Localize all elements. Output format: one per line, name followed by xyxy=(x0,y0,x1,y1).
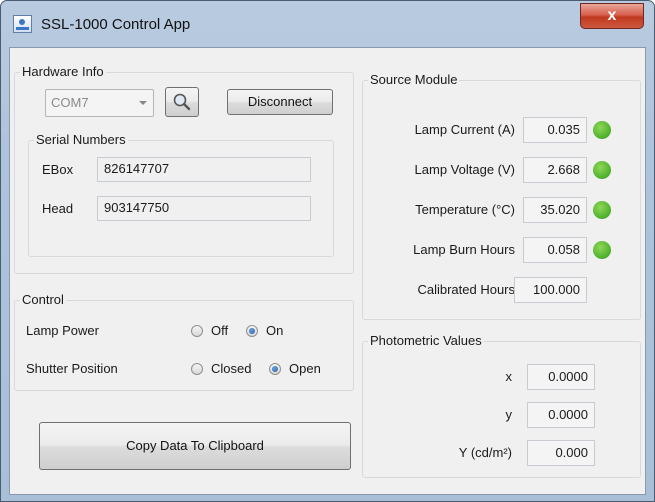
title-bar[interactable]: SSL-1000 Control App x xyxy=(1,1,654,47)
lamp-voltage-status-led xyxy=(593,161,611,179)
lamp-voltage-label: Lamp Voltage (V) xyxy=(414,162,515,177)
hardware-info-label: Hardware Info xyxy=(20,64,106,80)
ebox-label: EBox xyxy=(42,162,74,177)
temperature-value: 35.020 xyxy=(523,197,587,223)
app-window: SSL-1000 Control App x Hardware Info COM… xyxy=(0,0,655,502)
lamp-power-on-label[interactable]: On xyxy=(266,323,283,338)
temperature-label: Temperature (°C) xyxy=(415,202,515,217)
photometric-values-group: Photometric Values x 0.0000 y 0.0000 Y (… xyxy=(362,333,641,478)
y-label: y xyxy=(505,407,513,422)
lamp-burn-hours-label: Lamp Burn Hours xyxy=(413,242,515,257)
hardware-info-group: Hardware Info COM7 Disconnect Serial Num… xyxy=(14,64,354,274)
lamp-burn-hours-value: 0.058 xyxy=(523,237,587,263)
y-value: 0.0000 xyxy=(527,402,595,428)
lamp-power-off-label[interactable]: Off xyxy=(211,323,228,338)
lamp-power-on-radio[interactable] xyxy=(246,325,258,337)
lamp-voltage-value: 2.668 xyxy=(523,157,587,183)
disconnect-button[interactable]: Disconnect xyxy=(227,89,333,115)
ebox-serial-field: 826147707 xyxy=(97,157,311,182)
x-value: 0.0000 xyxy=(527,364,595,390)
client-area: Hardware Info COM7 Disconnect Serial Num… xyxy=(9,47,646,495)
magnifier-icon xyxy=(173,93,191,111)
luminance-label: Y (cd/m²) xyxy=(458,445,512,460)
lamp-current-label: Lamp Current (A) xyxy=(414,122,515,137)
chevron-down-icon xyxy=(139,101,147,105)
lamp-current-status-led xyxy=(593,121,611,139)
source-module-label: Source Module xyxy=(368,72,460,88)
temperature-status-led xyxy=(593,201,611,219)
window-title: SSL-1000 Control App xyxy=(41,16,191,33)
app-icon xyxy=(13,15,32,33)
luminance-value: 0.000 xyxy=(527,440,595,466)
copy-to-clipboard-button[interactable]: Copy Data To Clipboard xyxy=(39,422,351,470)
shutter-closed-radio[interactable] xyxy=(191,363,203,375)
lamp-current-value: 0.035 xyxy=(523,117,587,143)
shutter-open-label[interactable]: Open xyxy=(289,361,321,376)
calibrated-hours-label: Calibrated Hours xyxy=(417,282,515,297)
head-serial-field: 903147750 xyxy=(97,196,311,221)
control-group: Control Lamp Power Off On Shutter Positi… xyxy=(14,292,354,391)
port-select[interactable]: COM7 xyxy=(45,89,154,117)
calibrated-hours-value: 100.000 xyxy=(514,277,587,303)
lamp-burn-hours-status-led xyxy=(593,241,611,259)
photometric-values-label: Photometric Values xyxy=(368,333,484,349)
shutter-closed-label[interactable]: Closed xyxy=(211,361,251,376)
source-module-group: Source Module Lamp Current (A) 0.035 Lam… xyxy=(362,72,641,320)
serial-numbers-label: Serial Numbers xyxy=(34,132,128,148)
serial-numbers-group: Serial Numbers EBox 826147707 Head 90314… xyxy=(28,132,334,257)
control-label: Control xyxy=(20,292,66,308)
x-label: x xyxy=(505,369,513,384)
lamp-power-off-radio[interactable] xyxy=(191,325,203,337)
shutter-open-radio[interactable] xyxy=(269,363,281,375)
port-select-value: COM7 xyxy=(51,95,89,110)
head-label: Head xyxy=(42,201,74,216)
search-port-button[interactable] xyxy=(165,87,199,117)
shutter-position-label: Shutter Position xyxy=(26,361,118,376)
close-button[interactable]: x xyxy=(580,3,644,29)
lamp-power-label: Lamp Power xyxy=(26,323,99,338)
